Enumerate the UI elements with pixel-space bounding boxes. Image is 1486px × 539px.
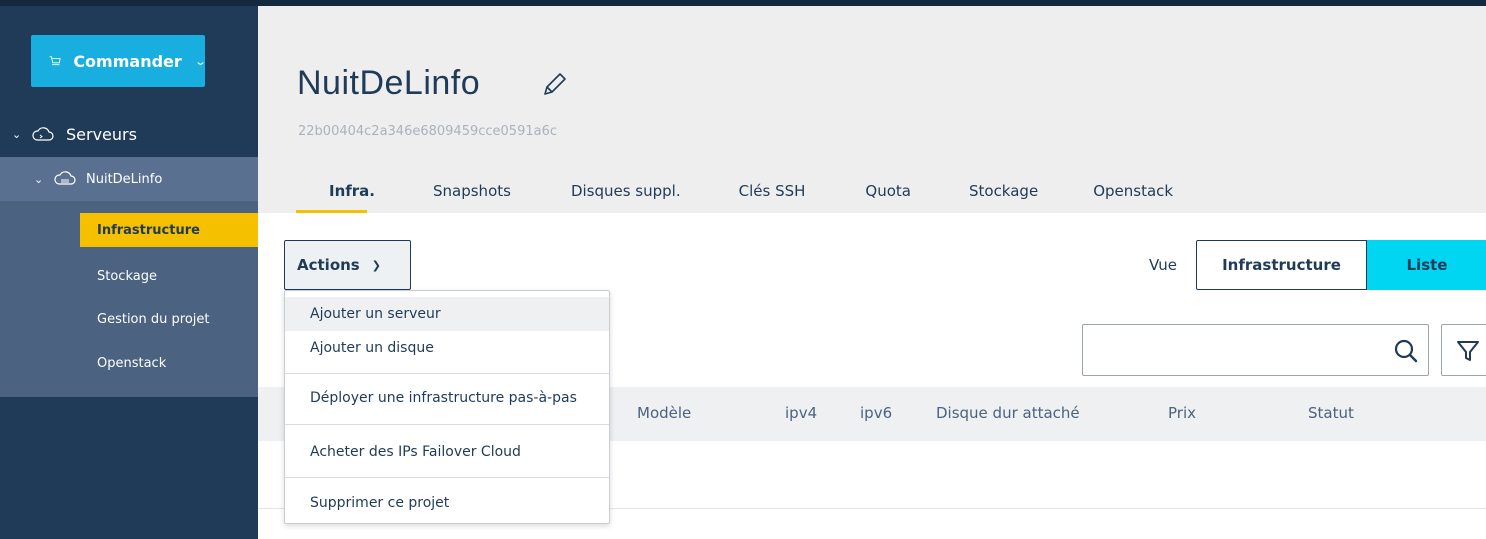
cloud-server-icon — [32, 127, 54, 141]
column-header-attached-disk[interactable]: Disque dur attaché — [936, 404, 1080, 422]
cloud-stack-icon — [54, 171, 76, 185]
actions-dropdown-button[interactable]: Actions ❯ — [284, 240, 411, 290]
project-id: 22b00404c2a346e6809459cce0591a6c — [298, 124, 558, 139]
tab-quota[interactable]: Quota — [865, 172, 911, 214]
sidebar-item-servers[interactable]: ⌄ Serveurs — [0, 112, 258, 156]
top-bar — [0, 0, 258, 6]
column-header-ipv4[interactable]: ipv4 — [785, 404, 817, 422]
menu-separator — [285, 424, 609, 425]
tab-label: Clés SSH — [738, 182, 806, 200]
cart-icon — [49, 56, 61, 66]
tab-label: Quota — [865, 182, 911, 200]
menu-separator — [285, 477, 609, 478]
tab-infra[interactable]: Infra. — [296, 172, 375, 214]
sidebar-item-openstack[interactable]: Openstack — [80, 346, 258, 380]
menu-item-buy-failover-ips[interactable]: Acheter des IPs Failover Cloud — [285, 435, 609, 469]
chevron-down-icon: ⌄ — [193, 54, 207, 68]
menu-item-deploy-infrastructure[interactable]: Déployer une infrastructure pas-à-pas — [285, 381, 609, 415]
sidebar-item-label: Gestion du projet — [97, 311, 210, 327]
tab-storage[interactable]: Stockage — [969, 172, 1038, 214]
search-icon[interactable] — [1392, 337, 1420, 365]
chevron-down-icon: ⌄ — [12, 127, 22, 141]
menu-item-delete-project[interactable]: Supprimer ce projet — [285, 486, 609, 520]
column-header-ipv6[interactable]: ipv6 — [860, 404, 892, 422]
chevron-down-icon: ⌄ — [34, 172, 44, 186]
tab-extra-disks[interactable]: Disques suppl. — [571, 172, 681, 214]
filter-button[interactable] — [1441, 324, 1486, 376]
order-button[interactable]: Commander ⌄ — [31, 35, 207, 87]
view-label: Vue — [1149, 256, 1177, 274]
tab-ssh-keys[interactable]: Clés SSH — [739, 172, 806, 214]
sidebar: Commander ⌄ ⌄ Serveurs ⌄ NuitDeLinfo Inf… — [0, 0, 258, 539]
tab-label: Openstack — [1093, 182, 1174, 200]
app-root: Commander ⌄ ⌄ Serveurs ⌄ NuitDeLinfo Inf… — [0, 0, 1486, 539]
page-header: NuitDeLinfo 22b00404c2a346e6809459cce059… — [258, 0, 1486, 214]
page-title: NuitDeLinfo — [297, 64, 481, 102]
tab-bar: Infra. Snapshots Disques suppl. Clés SSH… — [296, 172, 1173, 214]
column-header-status[interactable]: Statut — [1308, 404, 1354, 422]
tab-label: Disques suppl. — [570, 182, 681, 200]
filter-icon — [1457, 341, 1479, 361]
tab-label: Snapshots — [433, 182, 511, 200]
sidebar-item-storage[interactable]: Stockage — [80, 259, 258, 293]
column-header-model[interactable]: Modèle — [637, 404, 691, 422]
chevron-down-icon: ❯ — [371, 258, 381, 272]
actions-label: Actions — [297, 256, 360, 274]
order-button-label: Commander — [73, 51, 182, 71]
tab-label: Infra. — [329, 182, 376, 200]
sidebar-item-label: Stockage — [97, 268, 157, 284]
sidebar-item-project[interactable]: ⌄ NuitDeLinfo — [0, 157, 258, 201]
search-field[interactable] — [1082, 324, 1429, 376]
view-toggle: Infrastructure Liste — [1196, 240, 1486, 290]
project-subtree: ⌄ NuitDeLinfo Infrastructure Stockage Ge… — [0, 157, 258, 397]
tab-snapshots[interactable]: Snapshots — [433, 172, 511, 214]
top-bar — [258, 0, 1486, 6]
menu-item-add-disk[interactable]: Ajouter un disque — [285, 331, 609, 365]
sidebar-item-project-management[interactable]: Gestion du projet — [80, 302, 258, 336]
search-input[interactable] — [1093, 335, 1373, 365]
sidebar-item-label: Openstack — [97, 355, 167, 371]
tab-openstack[interactable]: Openstack — [1093, 172, 1173, 214]
sidebar-project-label: NuitDeLinfo — [86, 171, 163, 187]
view-infrastructure-button[interactable]: Infrastructure — [1196, 240, 1367, 290]
pencil-edit-icon[interactable] — [539, 70, 569, 100]
sidebar-item-infrastructure[interactable]: Infrastructure — [80, 213, 258, 247]
tab-label: Stockage — [968, 182, 1039, 200]
view-list-button[interactable]: Liste — [1367, 240, 1486, 290]
sidebar-servers-label: Serveurs — [66, 124, 137, 144]
sidebar-item-label: Infrastructure — [97, 222, 200, 238]
menu-item-add-server[interactable]: Ajouter un serveur — [285, 297, 609, 331]
column-header-price[interactable]: Prix — [1168, 404, 1196, 422]
menu-separator — [285, 373, 609, 374]
actions-menu: Ajouter un serveur Ajouter un disque Dép… — [284, 290, 610, 524]
